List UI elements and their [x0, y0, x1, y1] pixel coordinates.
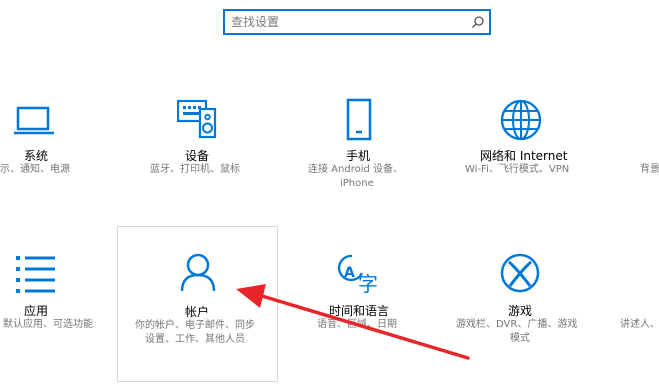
- search-box[interactable]: [223, 9, 491, 35]
- tile-description: 你的帐户、电子邮件、同步: [135, 320, 255, 331]
- tile-description: 蓝牙、打印机、鼠标: [150, 164, 240, 175]
- tile-phone[interactable]: 手机 连接 Android 设备、 iPhone: [300, 95, 430, 195]
- tile-time-language[interactable]: A 字 时间和语言 语音、区域、日期: [300, 250, 430, 340]
- svg-text:字: 字: [358, 272, 378, 293]
- tile-title: 系统: [24, 149, 49, 163]
- tile-description: Wi-Fi、飞行模式、VPN: [465, 164, 570, 175]
- person-icon: [180, 253, 216, 292]
- laptop-icon: [14, 106, 54, 135]
- tile-description: 语音、区域、日期: [317, 319, 397, 330]
- devices-icon: [177, 99, 217, 139]
- globe-icon: [500, 99, 542, 141]
- tile-system[interactable]: 系统 示、通知、电源: [0, 95, 110, 185]
- search-icon[interactable]: [471, 15, 485, 29]
- search-input[interactable]: [231, 14, 467, 30]
- tile-description: 背景: [640, 164, 659, 175]
- tile-title: 时间和语言: [329, 304, 390, 318]
- tile-description: 默认应用、可选功能: [3, 319, 93, 330]
- tile-partial-ease-of-access[interactable]: 讲述人、: [617, 250, 659, 340]
- tile-title: 网络和 Internet: [480, 149, 568, 163]
- tile-devices[interactable]: 设备 蓝牙、打印机、鼠标: [140, 95, 270, 185]
- tile-partial-personalization[interactable]: 背景: [639, 95, 659, 185]
- tile-gaming[interactable]: 游戏 游戏栏、DVR、广播、游戏 模式: [450, 250, 590, 350]
- tile-description: 模式: [510, 333, 530, 344]
- tile-description: 示、通知、电源: [0, 164, 70, 175]
- xbox-icon: [500, 253, 540, 293]
- tile-apps[interactable]: 应用 默认应用、可选功能: [0, 250, 110, 340]
- tile-description: iPhone: [340, 178, 374, 189]
- tile-title: 手机: [346, 149, 371, 163]
- tile-accounts[interactable]: 帐户 你的帐户、电子邮件、同步 设置、工作、其他人员: [117, 226, 278, 382]
- tile-title: 应用: [24, 304, 49, 318]
- phone-icon: [346, 98, 372, 141]
- tile-network[interactable]: 网络和 Internet Wi-Fi、飞行模式、VPN: [458, 95, 588, 185]
- svg-text:A: A: [344, 265, 355, 281]
- tile-description: 连接 Android 设备、: [308, 164, 404, 175]
- tile-description: 游戏栏、DVR、广播、游戏: [456, 319, 578, 330]
- tile-description: 设置、工作、其他人员: [145, 334, 245, 345]
- apps-list-icon: [16, 256, 55, 293]
- tile-title: 帐户: [185, 305, 210, 319]
- tile-title: 设备: [185, 149, 210, 163]
- tile-description: 讲述人、: [620, 319, 659, 330]
- time-language-icon: A 字: [338, 254, 378, 293]
- tile-title: 游戏: [508, 304, 533, 318]
